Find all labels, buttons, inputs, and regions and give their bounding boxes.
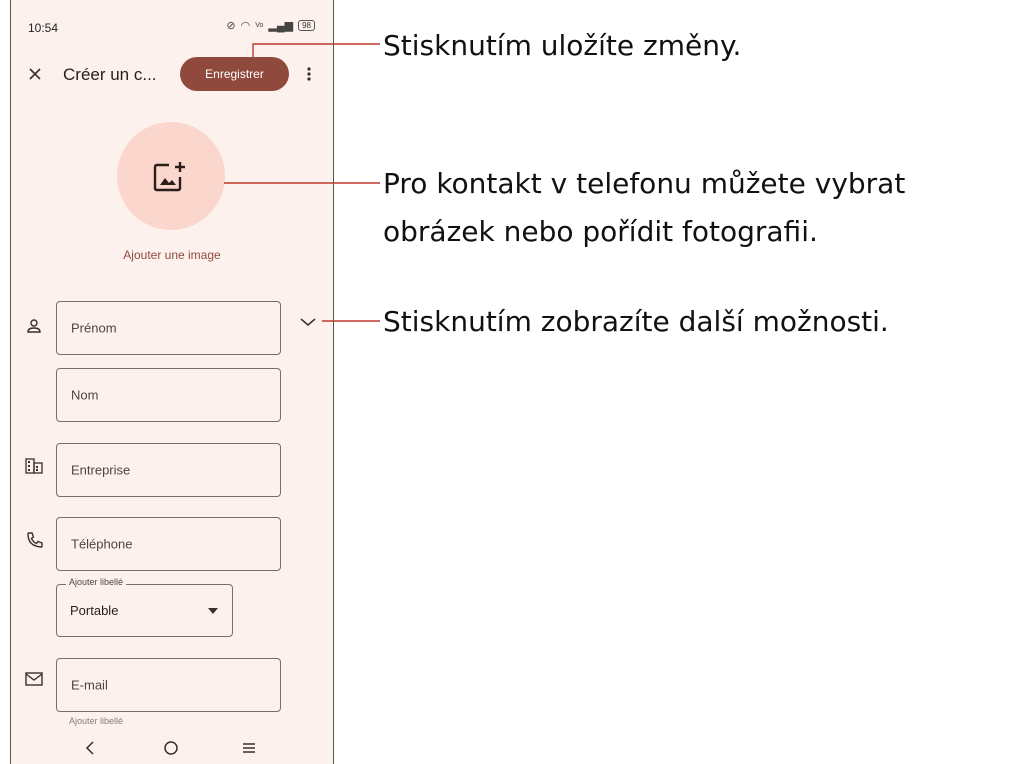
save-callout-line	[252, 43, 380, 57]
callout-photo-line2: obrázek nebo pořídit fotografii.	[383, 215, 818, 248]
callout-save: Stisknutím uložíte změny.	[383, 29, 742, 62]
callout-photo-line1: Pro kontakt v telefonu můžete vybrat	[383, 167, 906, 200]
callout-more: Stisknutím zobrazíte další možnosti.	[383, 305, 889, 338]
callout-lines	[224, 43, 380, 322]
